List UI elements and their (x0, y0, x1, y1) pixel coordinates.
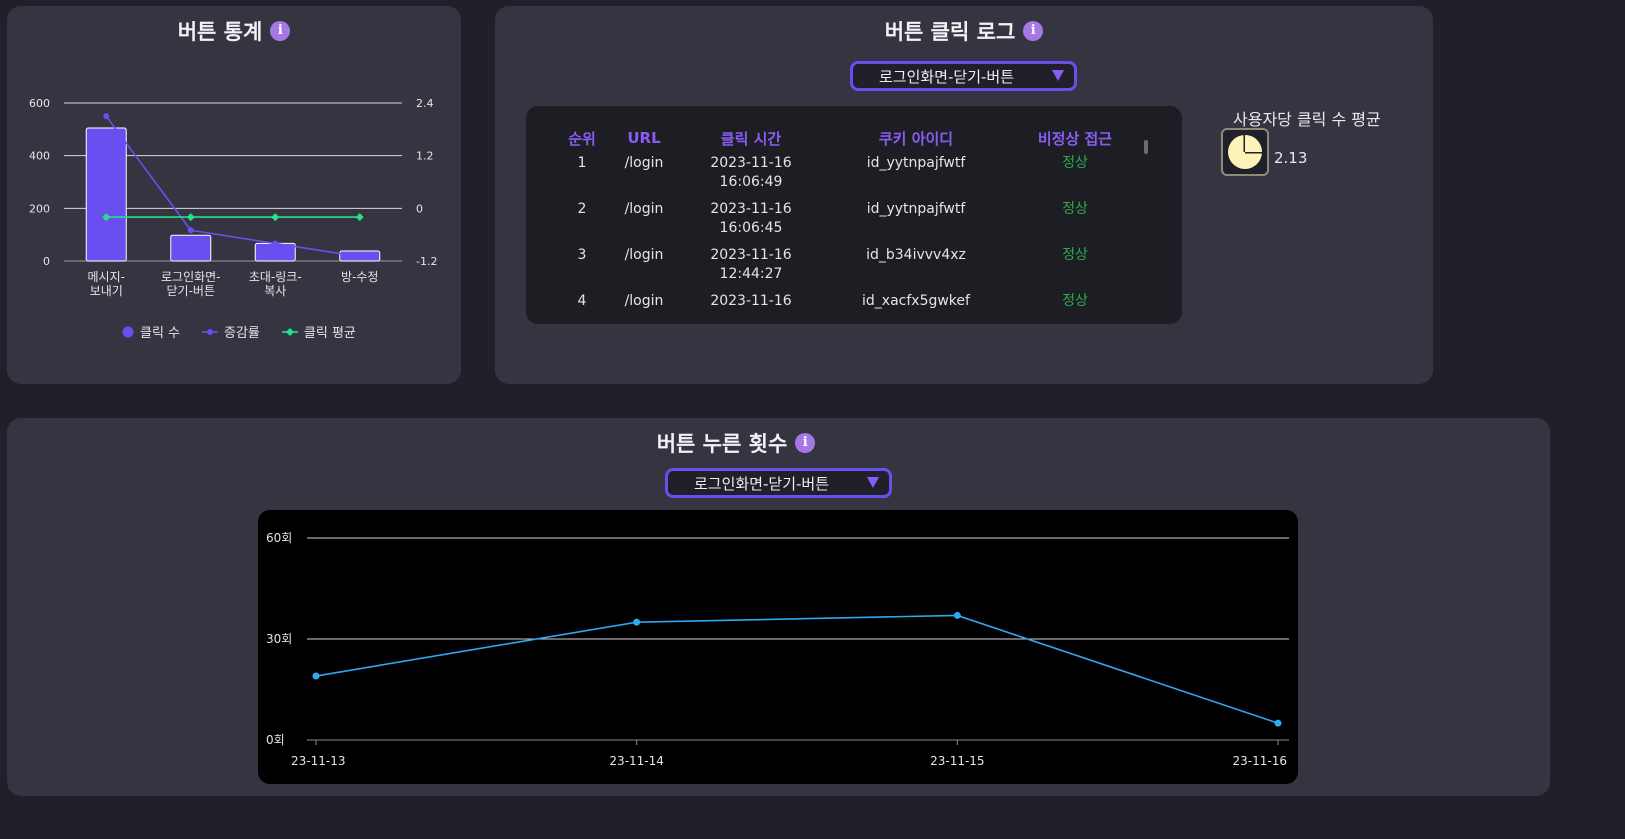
bar (85, 127, 127, 262)
table-scrollbar[interactable] (1144, 140, 1148, 154)
column-header[interactable]: 쿠키 아이디 (826, 124, 1006, 152)
click-log-panel: 버튼 클릭 로그 i 로그인화면-닫기-버튼 순위 URL 클릭 시간 쿠키 아이… (495, 6, 1433, 384)
table-row[interactable]: 4 /login 2023-11-16 id_xacfx5gwkef 정상 (552, 290, 1144, 324)
legend-label: 클릭 평균 (303, 326, 356, 341)
chevron-down-icon (1052, 70, 1064, 81)
legend-item[interactable]: 클릭 수 (122, 322, 180, 341)
x-axis-tick-label: 보내기 (90, 284, 123, 298)
cookie-cell: id_yytnpajfwtf (866, 155, 966, 171)
time-cell: 2023-11-16 12:44:27 (710, 247, 792, 282)
data-point (953, 611, 961, 619)
y-axis-tick-label: 60회 (266, 531, 292, 545)
button-select-dropdown[interactable]: 로그인화면-닫기-버튼 (665, 468, 892, 498)
table-row[interactable]: 1 /login 2023-11-16 16:06:49 id_yytnpajfw… (552, 152, 1144, 198)
x-axis-tick-label: 로그인화면- (161, 270, 221, 284)
x-axis-tick-label: 23-11-16 (1233, 754, 1287, 768)
rank-cell: 1 (577, 155, 587, 171)
rank-cell: 2 (577, 201, 587, 217)
time-cell: 2023-11-16 16:06:45 (710, 201, 792, 236)
data-point (271, 213, 280, 222)
button-stats-panel: 버튼 통계 i 0 200 400 600 -1.2 0 1.2 2.4 메시지- 보내기 로그인화면… (7, 6, 461, 384)
legend-label: 증감률 (224, 326, 260, 341)
y-axis-tick-label: 30회 (266, 632, 292, 646)
click-log-table-container[interactable]: 순위 URL 클릭 시간 쿠키 아이디 비정상 접근 1 /login 2023… (526, 106, 1182, 324)
url-cell: /login (624, 247, 664, 263)
x-axis-tick-label: 방-수정 (341, 270, 378, 284)
avg-clicks-label: 사용자당 클릭 수 평균 (1233, 110, 1381, 129)
legend-marker-icon (202, 328, 219, 335)
pie-chart-icon (1221, 128, 1269, 176)
url-cell: /login (624, 293, 664, 309)
y2-axis-tick-label: 2.4 (416, 97, 434, 110)
click-log-table: 순위 URL 클릭 시간 쿠키 아이디 비정상 접근 1 /login 2023… (552, 124, 1144, 324)
status-cell: 정상 (1062, 293, 1088, 309)
status-cell: 정상 (1062, 247, 1088, 263)
status-cell: 정상 (1062, 201, 1088, 217)
series-line (315, 614, 1279, 724)
status-cell: 정상 (1062, 155, 1088, 171)
y-axis-tick-label: 600 (29, 97, 50, 110)
cookie-cell: id_yytnpajfwtf (866, 201, 966, 217)
data-point (633, 618, 641, 626)
data-point (103, 113, 110, 120)
legend-item[interactable]: 증감률 (202, 322, 260, 341)
rank-cell: 3 (577, 247, 587, 263)
data-point (312, 672, 320, 680)
url-cell: /login (624, 201, 664, 217)
y2-axis-tick-label: -1.2 (416, 255, 437, 268)
rank-cell: 4 (577, 293, 587, 309)
cookie-cell: id_b34ivvv4xz (866, 247, 966, 263)
x-axis-tick-label: 메시지- (88, 270, 125, 284)
button-count-panel: 버튼 누른 횟수 i 로그인화면-닫기-버튼 0회 30회 60회 23-11-13 23… (7, 418, 1550, 796)
column-header[interactable]: URL (612, 124, 676, 152)
x-axis-tick-label: 23-11-14 (609, 754, 663, 768)
y-axis-tick-label: 400 (29, 150, 50, 163)
stats-legend: 클릭 수 증감률 클릭 평균 (122, 322, 356, 341)
series-line (105, 115, 360, 258)
chevron-down-icon (867, 477, 879, 488)
cookie-cell: id_xacfx5gwkef (862, 293, 970, 309)
y-axis-tick-label: 200 (29, 202, 50, 215)
time-cell: 2023-11-16 (710, 293, 792, 309)
bar (170, 234, 212, 262)
column-header[interactable]: 클릭 시간 (676, 124, 826, 152)
legend-item[interactable]: 클릭 평균 (281, 322, 356, 341)
table-row[interactable]: 3 /login 2023-11-16 12:44:27 id_b34ivvv4x… (552, 244, 1144, 290)
data-point (186, 213, 195, 222)
y2-axis-tick-label: 0 (416, 202, 423, 215)
data-point (355, 213, 364, 222)
button-count-chart: 0회 30회 60회 23-11-13 23-11-14 23-11-15 23-11-16 (266, 531, 1289, 768)
y-axis-tick-label: 0 (43, 255, 50, 268)
button-count-title: 버튼 누른 횟수 i (7, 428, 1550, 458)
x-axis-tick-label: 초대-링크- (249, 270, 302, 284)
time-cell: 2023-11-16 16:06:49 (710, 155, 792, 190)
button-stats-chart: 0 200 400 600 -1.2 0 1.2 2.4 메시지-보내기 로그인화면-닫기-버튼 초… (29, 97, 437, 298)
legend-label: 클릭 수 (140, 326, 181, 341)
info-icon[interactable]: i (1023, 21, 1044, 41)
table-row[interactable]: 2 /login 2023-11-16 16:06:45 id_yytnpajfw… (552, 198, 1144, 244)
url-cell: /login (624, 155, 664, 171)
table-header-row: 순위 URL 클릭 시간 쿠키 아이디 비정상 접근 (552, 124, 1144, 152)
click-log-title: 버튼 클릭 로그 i (495, 16, 1433, 46)
data-point (356, 253, 363, 260)
count-chart-container: 0회 30회 60회 23-11-13 23-11-14 23-11-15 23-11-16 (258, 510, 1298, 784)
x-axis-tick-label: 복사 (264, 284, 286, 298)
avg-clicks-value: 2.13 (1274, 149, 1308, 167)
column-header[interactable]: 순위 (552, 124, 612, 152)
x-axis-tick-label: 닫기-버튼 (167, 284, 216, 298)
data-point (1274, 719, 1282, 727)
button-select-dropdown[interactable]: 로그인화면-닫기-버튼 (850, 61, 1077, 91)
y2-axis-tick-label: 1.2 (416, 150, 434, 163)
x-axis-tick-label: 23-11-15 (930, 754, 984, 768)
legend-marker-icon (122, 326, 134, 337)
info-icon[interactable]: i (795, 433, 816, 453)
data-point (272, 240, 279, 247)
column-header[interactable]: 비정상 접근 (1006, 124, 1144, 152)
data-point (187, 227, 194, 234)
legend-marker-icon (281, 327, 298, 336)
y-axis-tick-label: 0회 (266, 733, 285, 747)
x-axis-tick-label: 23-11-13 (291, 754, 345, 768)
